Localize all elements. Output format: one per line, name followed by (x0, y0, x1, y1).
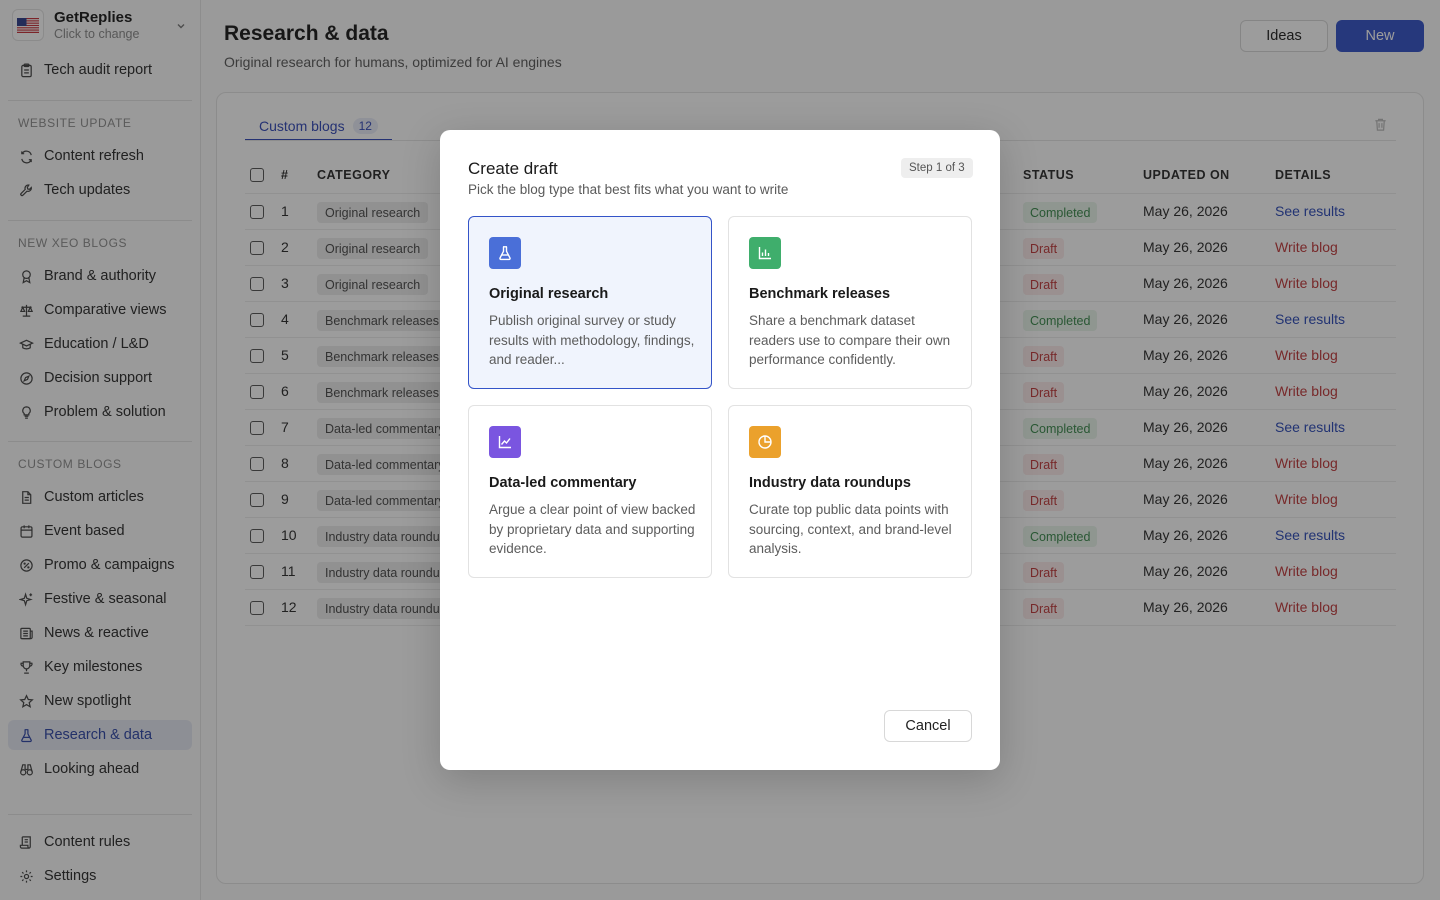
bar-chart-icon (749, 237, 781, 269)
card-title: Data-led commentary (489, 475, 637, 491)
blog-type-card-data-led-commentary[interactable]: Data-led commentary Argue a clear point … (468, 405, 712, 578)
blog-type-card-original-research[interactable]: Original research Publish original surve… (468, 216, 712, 389)
create-draft-modal: Create draft Pick the blog type that bes… (440, 130, 1000, 770)
flask-icon (489, 237, 521, 269)
card-description: Share a benchmark dataset readers use to… (749, 313, 951, 367)
modal-subtitle: Pick the blog type that best fits what y… (468, 182, 789, 197)
pie-chart-icon (749, 426, 781, 458)
blog-type-card-industry-data-roundups[interactable]: Industry data roundups Curate top public… (728, 405, 972, 578)
step-indicator: Step 1 of 3 (901, 158, 973, 178)
card-description: Argue a clear point of view backed by pr… (489, 502, 696, 556)
modal-title: Create draft (468, 159, 558, 178)
card-title: Industry data roundups (749, 475, 911, 491)
cancel-button[interactable]: Cancel (884, 710, 972, 742)
blog-type-card-benchmark-releases[interactable]: Benchmark releases Share a benchmark dat… (728, 216, 972, 389)
card-title: Benchmark releases (749, 286, 891, 302)
card-title: Original research (489, 286, 609, 302)
line-chart-icon (489, 426, 521, 458)
card-description: Curate top public data points with sourc… (749, 502, 952, 556)
card-description: Publish original survey or study results… (489, 313, 695, 367)
